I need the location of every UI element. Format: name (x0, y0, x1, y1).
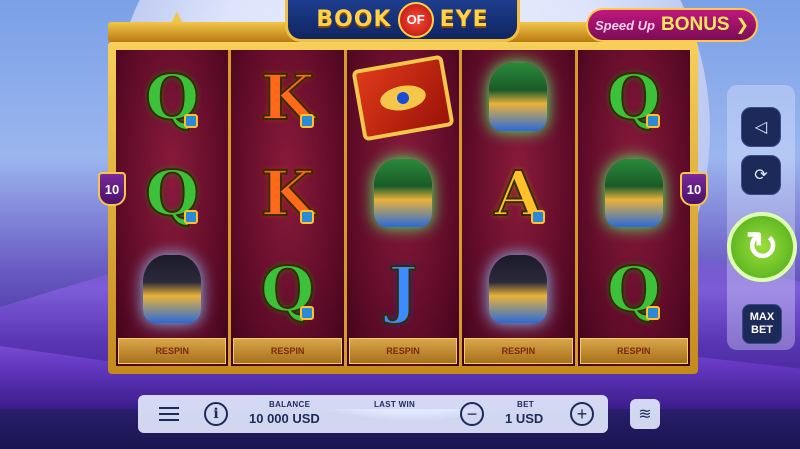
max-bet-button[interactable]: MAX BET (742, 304, 782, 344)
symbol-anubis-icon (483, 253, 553, 327)
reel-cell: Q (116, 50, 228, 146)
reel-cell (347, 50, 459, 146)
symbol-ornament-icon (299, 210, 314, 224)
reel-cell (347, 146, 459, 242)
symbol-horus-icon (368, 157, 438, 231)
spin-button[interactable]: ↻ (727, 212, 797, 282)
symbol-book-of-eye-icon (351, 54, 455, 142)
respin-button[interactable]: RESPIN (233, 338, 342, 364)
spin-arrow-icon: ↻ (745, 225, 779, 269)
reel-5: Q Q RESPIN (577, 50, 690, 366)
chevron-right-icon: ❯ (735, 17, 749, 34)
reel-cell: A (462, 146, 574, 242)
bet-value: 1 USD (505, 411, 544, 426)
reel-cell: K (231, 146, 343, 242)
reel-cell (578, 146, 690, 242)
reel-cell: Q (231, 242, 343, 338)
max-bet-label-line2: BET (751, 324, 773, 336)
reel-1: Q Q RESPIN (116, 50, 229, 366)
reel-grid: Q Q RESPIN K K Q RESPIN J RESPIN A RESPIN Q Q RESPIN (116, 50, 690, 366)
last-win-label: LAST WIN (374, 400, 416, 409)
reel-3: J RESPIN (346, 50, 460, 366)
reels-frame: Q Q RESPIN K K Q RESPIN J RESPIN A RESPIN Q Q RESPIN (108, 42, 698, 374)
reel-4: A RESPIN (462, 50, 575, 366)
symbol-ornament-icon (646, 306, 660, 320)
symbol-horus-icon (483, 61, 553, 135)
speaker-icon: ◁ (754, 119, 768, 136)
symbol-ornament-icon (530, 210, 545, 224)
coins-button[interactable]: ≋ (630, 399, 660, 429)
reel-cell: J (347, 242, 459, 338)
autoplay-icon: ⟳ (754, 167, 768, 184)
balance-label: BALANCE (269, 400, 311, 409)
increase-bet-button[interactable]: + (570, 402, 594, 426)
reel-cell (462, 50, 574, 146)
symbol-j: J (387, 253, 418, 326)
symbol-ornament-icon (299, 306, 314, 320)
reel-cell: K (231, 50, 343, 146)
reel-cell: Q (578, 242, 690, 338)
decrease-bet-button[interactable]: − (460, 402, 484, 426)
symbol-ornament-icon (299, 114, 314, 128)
coins-stack-icon: ≋ (638, 406, 652, 423)
hamburger-menu-icon[interactable] (158, 404, 180, 424)
logo-word-book: BOOK (316, 7, 392, 32)
symbol-ornament-icon (184, 114, 199, 128)
speed-up-label: Speed Up (595, 17, 655, 33)
reel-cell (116, 242, 228, 338)
speed-up-bonus-button[interactable]: Speed Up BONUS ❯ (586, 8, 758, 42)
logo-word-eye: EYE (439, 7, 489, 32)
bonus-label: BONUS (660, 14, 730, 35)
bet-label: BET (517, 400, 534, 409)
symbol-ornament-icon (646, 114, 660, 128)
autoplay-button[interactable]: ⟳ (741, 155, 781, 195)
respin-button[interactable]: RESPIN (579, 338, 688, 364)
jackal-ornament-icon: ▲ (168, 6, 186, 26)
sound-button[interactable]: ◁ (741, 107, 781, 147)
respin-button[interactable]: RESPIN (464, 338, 573, 364)
reel-2: K K Q RESPIN (231, 50, 344, 366)
max-bet-label-line1: MAX (749, 311, 775, 323)
symbol-anubis-icon (137, 253, 207, 327)
eye-of-horus-icon (378, 82, 428, 114)
respin-button[interactable]: RESPIN (118, 338, 227, 364)
reel-cell (462, 242, 574, 338)
logo-of-badge: OF (397, 1, 434, 38)
symbol-ornament-icon (184, 210, 199, 224)
info-icon[interactable]: i (204, 402, 228, 426)
paylines-badge-right: 10 (680, 172, 708, 206)
reel-cell: Q (116, 146, 228, 242)
balance-value: 10 000 USD (249, 411, 320, 426)
game-logo: BOOK OF EYE (285, 0, 520, 42)
bottom-control-bar: i BALANCE 10 000 USD LAST WIN − BET 1 US… (138, 395, 608, 433)
paylines-badge-left: 10 (98, 172, 126, 206)
respin-button[interactable]: RESPIN (348, 338, 458, 364)
reel-cell: Q (578, 50, 690, 146)
symbol-horus-icon (599, 157, 669, 231)
